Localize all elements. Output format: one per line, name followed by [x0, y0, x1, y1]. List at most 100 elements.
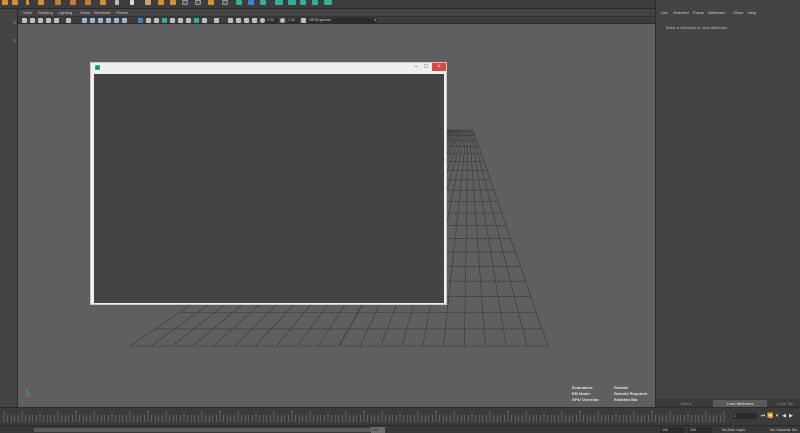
- gate-mask-icon[interactable]: [106, 18, 111, 23]
- tool-strip-handle[interactable]: [13, 21, 16, 24]
- step-back-key-button[interactable]: ⏪: [767, 412, 773, 420]
- shelf-tool-icon[interactable]: [260, 0, 266, 5]
- maximize-button[interactable]: □: [421, 63, 431, 71]
- shelf-tool-icon[interactable]: [85, 0, 91, 5]
- ae-menu-focus[interactable]: Focus: [693, 10, 704, 15]
- gamma-field[interactable]: 1.00: [287, 18, 299, 23]
- panel-menu-renderer[interactable]: Renderer: [94, 10, 111, 15]
- shelf-tool-icon[interactable]: [130, 0, 134, 5]
- panel-menu-lighting[interactable]: Lighting: [58, 10, 72, 15]
- shelf-tool-icon[interactable]: [208, 0, 214, 5]
- close-icon: ×: [437, 64, 441, 70]
- shelf-tool-icon[interactable]: [275, 0, 283, 5]
- view-transform-select[interactable]: sRGB gamma ▾: [307, 18, 377, 23]
- camera-icon[interactable]: [22, 18, 27, 23]
- film-gate-icon[interactable]: [90, 18, 95, 23]
- x-ray-joints-icon[interactable]: [244, 18, 249, 23]
- shelf-tool-icon[interactable]: [236, 0, 242, 5]
- wireframe-icon[interactable]: [138, 18, 143, 23]
- time-ruler[interactable]: [0, 408, 728, 426]
- play-forwards-button[interactable]: ▶: [788, 412, 794, 420]
- color-management-icon[interactable]: [301, 18, 306, 23]
- smooth-shade-icon[interactable]: [146, 18, 151, 23]
- shelf-tool-icon[interactable]: [55, 0, 61, 5]
- wireframe-on-shaded-icon[interactable]: [162, 18, 167, 23]
- panel-menu-shading[interactable]: Shading: [38, 10, 53, 15]
- shelf-tool-icon[interactable]: [26, 0, 29, 5]
- backface-culling-icon[interactable]: [252, 18, 257, 23]
- x-ray-icon[interactable]: [236, 18, 241, 23]
- shelf-tool-icon[interactable]: [2, 0, 8, 5]
- two-d-pan-icon[interactable]: [66, 18, 71, 23]
- grease-pencil-icon[interactable]: [54, 18, 59, 23]
- ae-menu-list[interactable]: List: [661, 10, 667, 15]
- tool-strip-handle[interactable]: [13, 39, 16, 42]
- empty-selection-message: Make a selection to view attributes: [666, 25, 728, 30]
- shelf-tool-icon[interactable]: [324, 0, 332, 5]
- anti-aliasing-icon[interactable]: [214, 18, 219, 23]
- panel-menu-panels[interactable]: Panels: [116, 10, 128, 15]
- shelf-tool-icon[interactable]: [145, 0, 151, 5]
- isolate-select-icon[interactable]: [228, 18, 233, 23]
- shelf-tool-icon[interactable]: [12, 0, 18, 5]
- range-bar[interactable]: [34, 428, 378, 432]
- attribute-editor-menubar: List Selected Focus Attributes Show Help: [656, 9, 800, 17]
- shelf-tool-icon[interactable]: [288, 0, 296, 5]
- play-backwards-button[interactable]: ◀: [781, 412, 787, 420]
- ae-menu-attributes[interactable]: Attributes: [708, 10, 725, 15]
- shelf-tool-icon[interactable]: [158, 0, 164, 5]
- step-back-icon: ⏪: [767, 413, 774, 419]
- shelf-tool-icon[interactable]: [195, 0, 201, 5]
- hud-key: EM Mode:: [572, 391, 591, 396]
- step-back-frame-button[interactable]: ⏴: [774, 412, 780, 420]
- maya-app-icon: [95, 65, 100, 70]
- playback-start-field[interactable]: 120: [660, 427, 684, 433]
- character-set-value: No Character Set: [770, 428, 798, 432]
- ambient-occlusion-icon[interactable]: [194, 18, 199, 23]
- bookmark-icon[interactable]: [38, 18, 43, 23]
- viewport-hud: Evaluation: Parallel EM Mode: Rebuild Re…: [572, 385, 652, 403]
- shelf: [0, 0, 655, 9]
- shelf-tool-icon[interactable]: [222, 0, 228, 5]
- grid-toggle-icon[interactable]: [82, 18, 87, 23]
- shelf-tool-icon[interactable]: [170, 0, 176, 5]
- shadows-icon[interactable]: [186, 18, 191, 23]
- resolution-gate-icon[interactable]: [98, 18, 103, 23]
- floating-window[interactable]: – □ ×: [90, 62, 447, 305]
- safe-title-icon[interactable]: [122, 18, 127, 23]
- panel-menu-view[interactable]: View: [23, 10, 32, 15]
- ae-menu-show[interactable]: Show: [733, 10, 743, 15]
- playback-end-field[interactable]: 200: [688, 427, 712, 433]
- panel-menu-show[interactable]: Show: [80, 10, 90, 15]
- time-slider[interactable]: 1 ⏮ ⏪ ⏴ ◀ ▶: [0, 407, 800, 425]
- shelf-tool-icon[interactable]: [100, 0, 106, 5]
- range-end-handle[interactable]: 120: [371, 427, 385, 433]
- character-set-select[interactable]: No Character Set: [770, 427, 800, 433]
- maximize-icon: □: [424, 64, 428, 70]
- go-to-start-button[interactable]: ⏮: [760, 412, 766, 420]
- shelf-tool-icon[interactable]: [115, 0, 119, 5]
- exposure-field[interactable]: 0.00: [266, 18, 278, 23]
- shelf-tool-icon[interactable]: [248, 0, 254, 5]
- camera-attributes-icon[interactable]: [30, 18, 35, 23]
- play-back-icon: ◀: [782, 413, 786, 419]
- ae-menu-help[interactable]: Help: [748, 10, 756, 15]
- shelf-tool-icon[interactable]: [312, 0, 318, 5]
- shelf-tool-icon[interactable]: [70, 0, 76, 5]
- safe-action-icon[interactable]: [114, 18, 119, 23]
- shelf-tool-icon[interactable]: [38, 0, 44, 5]
- hud-value: Enabled 0kb: [614, 397, 638, 402]
- close-button[interactable]: ×: [432, 63, 446, 71]
- default-material-icon[interactable]: [154, 18, 159, 23]
- current-frame-field[interactable]: 1: [733, 413, 757, 419]
- ae-menu-selected[interactable]: Selected: [673, 10, 689, 15]
- motion-blur-icon[interactable]: [202, 18, 207, 23]
- image-plane-icon[interactable]: [46, 18, 51, 23]
- shelf-tool-icon[interactable]: [182, 0, 188, 5]
- anim-layer-select[interactable]: No Anim Layer: [722, 427, 766, 433]
- shelf-tool-icon[interactable]: [300, 0, 306, 5]
- minimize-button[interactable]: –: [411, 63, 421, 71]
- use-all-lights-icon[interactable]: [178, 18, 183, 23]
- floating-window-titlebar[interactable]: – □ ×: [91, 63, 446, 73]
- textured-icon[interactable]: [170, 18, 175, 23]
